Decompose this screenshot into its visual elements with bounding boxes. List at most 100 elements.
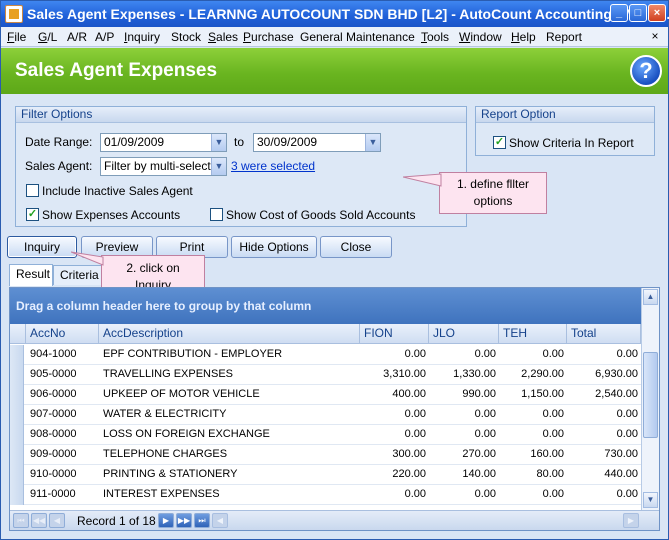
date-from-field[interactable]: 01/09/2009 ▼ xyxy=(100,133,227,152)
table-cell: 0.00 xyxy=(616,428,638,440)
note2-line1: 2. click on xyxy=(126,261,180,275)
table-cell: TRAVELLING EXPENSES xyxy=(103,368,234,380)
tab-criteria[interactable]: Criteria xyxy=(53,265,103,285)
row-indicator[interactable] xyxy=(10,385,24,405)
table-row[interactable]: 904-1000 EPF CONTRIBUTION - EMPLOYER 0.00 0… xyxy=(10,345,641,365)
menu-sales[interactable]: Sales xyxy=(208,30,238,44)
prev-record-icon[interactable]: ◀ xyxy=(49,513,65,528)
table-cell: 905-0000 xyxy=(30,368,77,380)
help-icon[interactable]: ? xyxy=(630,55,662,87)
row-indicator[interactable] xyxy=(10,365,24,385)
table-row[interactable]: 906-0000 UPKEEP OF MOTOR VEHICLE 400.00 990… xyxy=(10,385,641,405)
row-indicator[interactable] xyxy=(10,465,24,485)
table-cell: 910-0000 xyxy=(30,468,77,480)
row-indicator[interactable] xyxy=(10,345,24,365)
table-cell: 0.00 xyxy=(616,488,638,500)
table-cell: 0.00 xyxy=(542,428,564,440)
table-row[interactable]: 911-0000 INTEREST EXPENSES 0.00 0.00 0.00 0.0… xyxy=(10,485,641,505)
table-row[interactable]: 909-0000 TELEPHONE CHARGES 300.00 270.00 160… xyxy=(10,445,641,465)
chevron-down-icon[interactable]: ▼ xyxy=(211,134,226,151)
menu-g-l[interactable]: G/L xyxy=(38,30,57,44)
scroll-right-icon[interactable]: ▶ xyxy=(623,513,639,528)
report-option-group: Report Option ✓ Show Criteria In Report xyxy=(475,106,655,156)
table-cell: 0.00 xyxy=(474,408,496,420)
date-range-label: Date Range: xyxy=(25,135,93,149)
vertical-scrollbar[interactable]: ▲ ▼ xyxy=(641,288,659,510)
table-cell: 0.00 xyxy=(404,348,426,360)
show-expenses-checkbox[interactable]: ✓ xyxy=(26,208,39,221)
table-row[interactable]: 905-0000 TRAVELLING EXPENSES 3,310.00 1,330… xyxy=(10,365,641,385)
menu-report[interactable]: Report xyxy=(546,30,582,44)
scroll-left-icon[interactable]: ◀ xyxy=(212,513,228,528)
table-cell: 911-0000 xyxy=(30,488,76,500)
row-indicator[interactable] xyxy=(10,485,24,505)
chevron-down-icon[interactable]: ▼ xyxy=(365,134,380,151)
inquiry-button[interactable]: Inquiry xyxy=(7,236,77,258)
menu-file[interactable]: File xyxy=(7,30,26,44)
menu-a-r[interactable]: A/R xyxy=(67,30,87,44)
table-cell: 2,290.00 xyxy=(521,368,564,380)
maximize-button[interactable]: □ xyxy=(629,4,647,22)
table-cell: 0.00 xyxy=(404,488,426,500)
tab-result[interactable]: Result xyxy=(9,264,53,286)
minimize-button[interactable]: _ xyxy=(610,4,628,22)
page-title: Sales Agent Expenses xyxy=(15,60,218,81)
header-indicator xyxy=(10,324,26,344)
chevron-down-icon[interactable]: ▼ xyxy=(211,158,226,175)
table-cell: LOSS ON FOREIGN EXCHANGE xyxy=(103,428,270,440)
column-header-accdescription[interactable]: AccDescription xyxy=(99,324,360,344)
table-cell: 80.00 xyxy=(536,468,564,480)
table-row[interactable]: 907-0000 WATER & ELECTRICITY 0.00 0.00 0.00 0… xyxy=(10,405,641,425)
column-header-jlo[interactable]: JLO xyxy=(429,324,499,344)
menu-window[interactable]: Window xyxy=(459,30,502,44)
table-cell: 300.00 xyxy=(392,448,426,460)
row-indicator[interactable] xyxy=(10,425,24,445)
show-criteria-checkbox[interactable]: ✓ xyxy=(493,136,506,149)
table-row[interactable]: 908-0000 LOSS ON FOREIGN EXCHANGE 0.00 0.00… xyxy=(10,425,641,445)
table-cell: 908-0000 xyxy=(30,428,77,440)
hide-options-button[interactable]: Hide Options xyxy=(231,236,317,258)
table-cell: 0.00 xyxy=(404,428,426,440)
close-button[interactable]: Close xyxy=(320,236,392,258)
note2-pointer xyxy=(71,251,104,266)
table-cell: 909-0000 xyxy=(30,448,77,460)
column-header-accno[interactable]: AccNo xyxy=(26,324,99,344)
close-window-button[interactable]: × xyxy=(648,4,666,22)
include-inactive-checkbox[interactable] xyxy=(26,184,39,197)
next-page-icon[interactable]: ▶▶ xyxy=(176,513,192,528)
column-header-total[interactable]: Total xyxy=(567,324,641,344)
table-cell: 2,540.00 xyxy=(595,388,638,400)
row-indicator[interactable] xyxy=(10,405,24,425)
scroll-thumb[interactable] xyxy=(643,352,658,438)
column-header-teh[interactable]: TEH xyxy=(499,324,567,344)
title-bar[interactable]: Sales Agent Expenses - LEARNNG AUTOCOUNT… xyxy=(1,1,669,27)
show-cogs-label: Show Cost of Goods Sold Accounts xyxy=(226,208,416,222)
table-cell: 400.00 xyxy=(392,388,426,400)
sales-agent-select[interactable]: Filter by multi-select ▼ xyxy=(100,157,227,176)
scroll-up-icon[interactable]: ▲ xyxy=(643,289,658,305)
row-indicator[interactable] xyxy=(10,445,24,465)
last-record-icon[interactable]: ⏭ xyxy=(194,513,210,528)
table-cell: 6,930.00 xyxy=(595,368,638,380)
menu-a-p[interactable]: A/P xyxy=(95,30,114,44)
group-by-panel[interactable]: Drag a column header here to group by th… xyxy=(10,288,641,324)
selected-agents-link[interactable]: 3 were selected xyxy=(231,159,315,173)
scroll-down-icon[interactable]: ▼ xyxy=(643,492,658,508)
header-banner: Sales Agent Expenses ? xyxy=(1,48,668,94)
table-row[interactable]: 910-0000 PRINTING & STATIONERY 220.00 140.0… xyxy=(10,465,641,485)
table-cell: 0.00 xyxy=(474,348,496,360)
first-record-icon[interactable]: ⏮ xyxy=(13,513,29,528)
table-cell: 904-1000 xyxy=(30,348,77,360)
menu-inquiry[interactable]: Inquiry xyxy=(124,30,160,44)
menu-general-maintenance[interactable]: General Maintenance xyxy=(300,30,415,44)
close-document-icon[interactable]: × xyxy=(648,29,662,43)
show-cogs-checkbox[interactable] xyxy=(210,208,223,221)
prev-page-icon[interactable]: ◀◀ xyxy=(31,513,47,528)
next-record-icon[interactable]: ▶ xyxy=(158,513,174,528)
menu-purchase[interactable]: Purchase xyxy=(243,30,294,44)
menu-tools[interactable]: Tools xyxy=(421,30,449,44)
menu-help[interactable]: Help xyxy=(511,30,536,44)
menu-stock[interactable]: Stock xyxy=(171,30,201,44)
column-header-fion[interactable]: FION xyxy=(360,324,429,344)
date-to-field[interactable]: 30/09/2009 ▼ xyxy=(253,133,381,152)
